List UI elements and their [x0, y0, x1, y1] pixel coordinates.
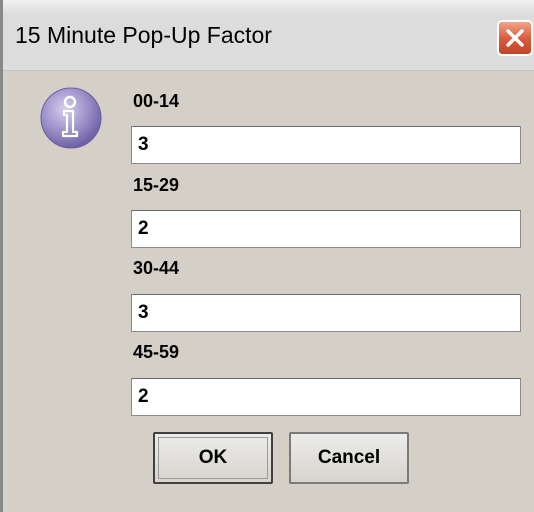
- dialog-window: 15 Minute Pop-Up Factor 00-14 15-29 30-4…: [0, 0, 534, 512]
- field-label-00-14: 00-14: [133, 91, 180, 111]
- cancel-button-label: Cancel: [317, 447, 381, 468]
- ok-focus-ring: [158, 437, 268, 479]
- ok-button[interactable]: OK: [153, 432, 273, 484]
- cancel-button[interactable]: Cancel: [289, 432, 409, 484]
- window-title: 15 Minute Pop-Up Factor: [15, 22, 272, 48]
- field-input-15-29[interactable]: [131, 210, 521, 248]
- info-icon: [40, 87, 102, 149]
- close-button[interactable]: [497, 20, 533, 56]
- field-label-30-44: 30-44: [133, 258, 180, 278]
- close-icon: [506, 29, 524, 47]
- field-label-15-29: 15-29: [133, 175, 180, 195]
- field-input-30-44[interactable]: [131, 294, 521, 332]
- field-input-45-59[interactable]: [131, 378, 521, 416]
- title-bar[interactable]: 15 Minute Pop-Up Factor: [3, 0, 534, 71]
- field-input-00-14[interactable]: [131, 126, 521, 164]
- field-label-45-59: 45-59: [133, 342, 180, 362]
- title-bar-shade: [3, 0, 534, 14]
